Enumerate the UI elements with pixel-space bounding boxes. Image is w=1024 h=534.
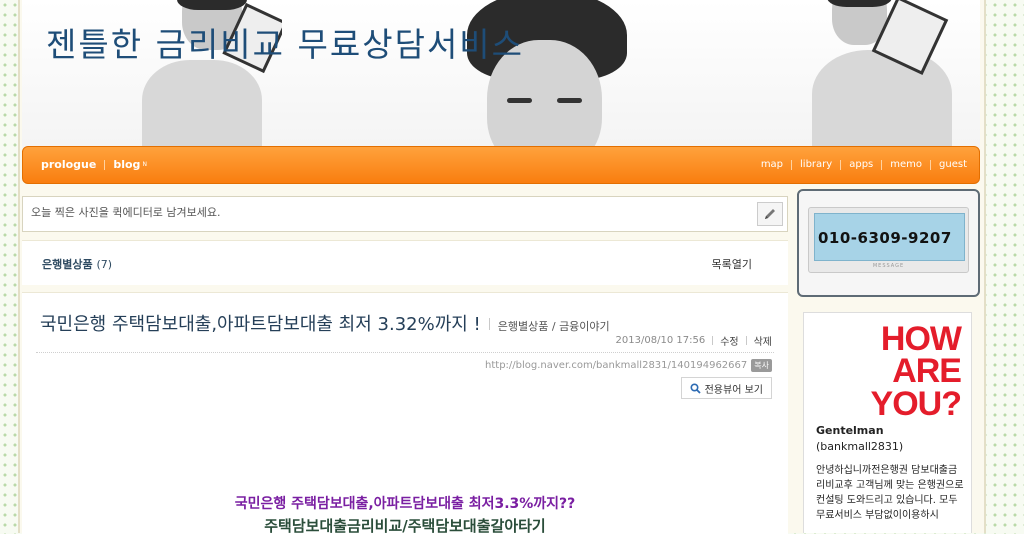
quick-editor-bar	[22, 196, 788, 232]
phone-caption: MESSAGE	[872, 263, 905, 269]
post-area: 국민은행 주택담보대출,아파트담보대출 최저 3.32%까지 ! 은행별상품 /…	[22, 292, 788, 534]
nav-right: map library apps memo guest	[761, 159, 967, 170]
nav-divider	[104, 159, 106, 170]
sidebar-message-widget: 010-6309-9207 MESSAGE	[797, 189, 980, 297]
nav-divider	[930, 159, 932, 170]
post-title[interactable]: 국민은행 주택담보대출,아파트담보대출 최저 3.32%까지 !	[40, 310, 481, 336]
profile-nickname[interactable]: Gentelman	[816, 424, 884, 437]
profile-name-block: Gentelman (bankmall2831)	[816, 423, 966, 455]
nav-left: prologue blog N	[41, 158, 147, 171]
sidebar-profile: HOW ARE YOU? Gentelman (bankmall2831) 안녕…	[803, 312, 972, 533]
post-category[interactable]: 은행별상품 / 금융이야기	[498, 318, 610, 334]
post-body-subheading: 주택담보대출금리비교/주택담보대출갈아타기	[264, 517, 546, 534]
logo-line: HOW	[880, 320, 962, 358]
title-divider	[488, 318, 490, 330]
nav-map[interactable]: map	[761, 159, 783, 170]
nav-guest[interactable]: guest	[939, 159, 967, 170]
post-date: 2013/08/10 17:56	[615, 335, 706, 346]
post-divider	[36, 352, 774, 353]
viewer-label: 전용뷰어 보기	[704, 384, 763, 396]
nav-apps[interactable]: apps	[849, 159, 873, 170]
logo-line: ARE	[892, 352, 962, 391]
category-title[interactable]: 은행별상품 (7)	[42, 256, 112, 272]
write-button[interactable]	[757, 202, 783, 226]
nav-prologue[interactable]: prologue	[41, 158, 96, 171]
profile-intro: 안녕하십니까전은행권 담보대출금리비교후 고객님께 맞는 은행권으로 컨설팅 도…	[816, 465, 964, 521]
logo-line: YOU?	[870, 384, 962, 423]
post-url[interactable]: http://blog.naver.com/bankmall2831/14019…	[485, 360, 747, 371]
category-bar: 은행별상품 (7) 목록열기	[22, 240, 788, 285]
delete-link[interactable]: 삭제	[754, 333, 772, 348]
nav-divider	[791, 159, 793, 170]
header-photo-right	[792, 0, 972, 148]
profile-id: (bankmall2831)	[816, 440, 904, 453]
meta-divider	[712, 336, 714, 345]
category-name: 은행별상품	[42, 258, 93, 271]
category-count: (7)	[96, 258, 113, 271]
copy-url-button[interactable]: 복사	[751, 359, 772, 372]
nav-divider	[840, 159, 842, 170]
site-title[interactable]: 젠틀한 금리비교 무료상담서비스	[46, 18, 524, 66]
post-title-row: 국민은행 주택담보대출,아파트담보대출 최저 3.32%까지 ! 은행별상품 /…	[40, 310, 610, 336]
top-nav: prologue blog N map library apps memo gu…	[22, 146, 980, 184]
edit-link[interactable]: 수정	[720, 333, 738, 348]
dedicated-viewer-button[interactable]: 전용뷰어 보기	[680, 377, 772, 399]
list-open-button[interactable]: 목록열기	[712, 256, 752, 272]
nav-divider	[881, 159, 883, 170]
pencil-icon	[765, 209, 775, 219]
magnifier-icon	[690, 382, 701, 394]
profile-image-logo[interactable]: HOW ARE YOU?	[870, 320, 962, 423]
phone-screen: 010-6309-9207	[814, 213, 965, 261]
nav-blog[interactable]: blog	[113, 158, 140, 171]
blog-header: 젠틀한 금리비교 무료상담서비스	[22, 0, 980, 148]
nav-memo[interactable]: memo	[890, 159, 922, 170]
post-url-row: http://blog.naver.com/bankmall2831/14019…	[485, 359, 772, 372]
post-meta: 2013/08/10 17:56 수정 삭제	[616, 333, 772, 348]
new-badge: N	[142, 161, 147, 168]
nav-library[interactable]: library	[800, 159, 832, 170]
phone-widget[interactable]: 010-6309-9207 MESSAGE	[808, 207, 969, 273]
meta-divider	[745, 336, 747, 345]
quick-editor-input[interactable]	[29, 205, 733, 220]
post-body-heading: 국민은행 주택담보대출,아파트담보대출 최저3.3%까지??	[234, 496, 576, 512]
phone-number: 010-6309-9207	[818, 229, 952, 247]
